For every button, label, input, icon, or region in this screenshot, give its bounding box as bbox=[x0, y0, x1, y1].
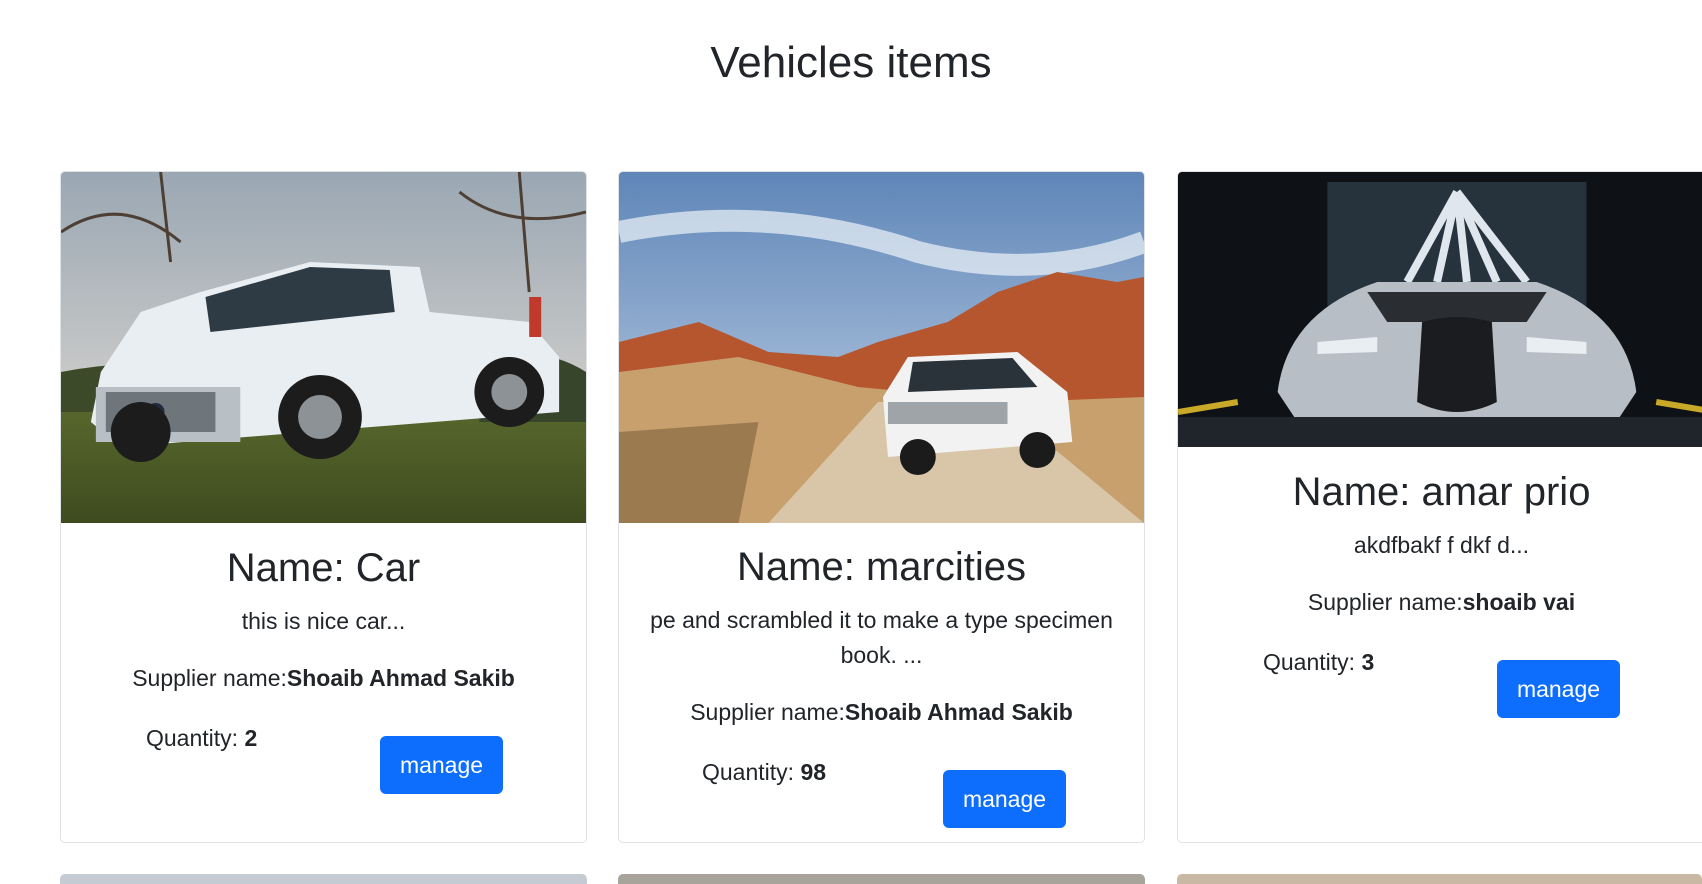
next-card-image-top bbox=[60, 874, 587, 884]
vehicle-card: Name: Car this is nice car... Supplier n… bbox=[60, 171, 587, 843]
quantity-value: 98 bbox=[800, 759, 827, 785]
vehicle-name: Name: Car bbox=[226, 546, 421, 590]
supplier-line: Supplier name:Shoaib Ahmad Sakib bbox=[619, 697, 1144, 727]
supplier-name: shoaib vai bbox=[1462, 589, 1576, 615]
manage-button[interactable]: manage bbox=[1497, 660, 1620, 718]
next-card-image-top bbox=[618, 874, 1145, 884]
supplier-name: Shoaib Ahmad Sakib bbox=[844, 699, 1073, 725]
vehicle-card: Name: amar prio akdfbakf f dkf d... Supp… bbox=[1177, 171, 1702, 843]
vehicle-image-hypercar bbox=[1178, 172, 1702, 447]
supplier-line: Supplier name:shoaib vai bbox=[1178, 587, 1702, 617]
quantity-value: 3 bbox=[1361, 649, 1375, 675]
next-card-image-top bbox=[1177, 874, 1702, 884]
vehicle-image-pickup-truck bbox=[61, 172, 586, 523]
vehicle-name: Name: marcities bbox=[737, 545, 1026, 589]
page-title: Vehicles items bbox=[710, 38, 992, 87]
quantity-label: Quantity: bbox=[146, 725, 245, 751]
supplier-name: Shoaib Ahmad Sakib bbox=[286, 665, 515, 691]
supplier-label: Supplier name: bbox=[1307, 589, 1463, 615]
quantity-label: Quantity: bbox=[702, 759, 801, 785]
supplier-label: Supplier name: bbox=[132, 665, 287, 691]
vehicle-description: this is nice car... bbox=[241, 608, 406, 634]
quantity-line: Quantity: 3 bbox=[1263, 647, 1374, 677]
vehicle-name: Name: amar prio bbox=[1292, 470, 1591, 514]
quantity-label: Quantity: bbox=[1263, 649, 1362, 675]
quantity-value: 2 bbox=[244, 725, 258, 751]
manage-button[interactable]: manage bbox=[380, 736, 503, 794]
vehicle-image-suv-desert bbox=[619, 172, 1144, 523]
vehicle-description: akdfbakf f dkf d... bbox=[1353, 532, 1530, 558]
vehicle-description: pe and scrambled it to make a type speci… bbox=[650, 607, 1113, 668]
supplier-label: Supplier name: bbox=[690, 699, 845, 725]
supplier-line: Supplier name:Shoaib Ahmad Sakib bbox=[61, 663, 586, 693]
vehicle-card: Name: marcities pe and scrambled it to m… bbox=[618, 171, 1145, 843]
manage-button[interactable]: manage bbox=[943, 770, 1066, 828]
quantity-line: Quantity: 2 bbox=[146, 723, 257, 753]
quantity-line: Quantity: 98 bbox=[702, 757, 826, 787]
